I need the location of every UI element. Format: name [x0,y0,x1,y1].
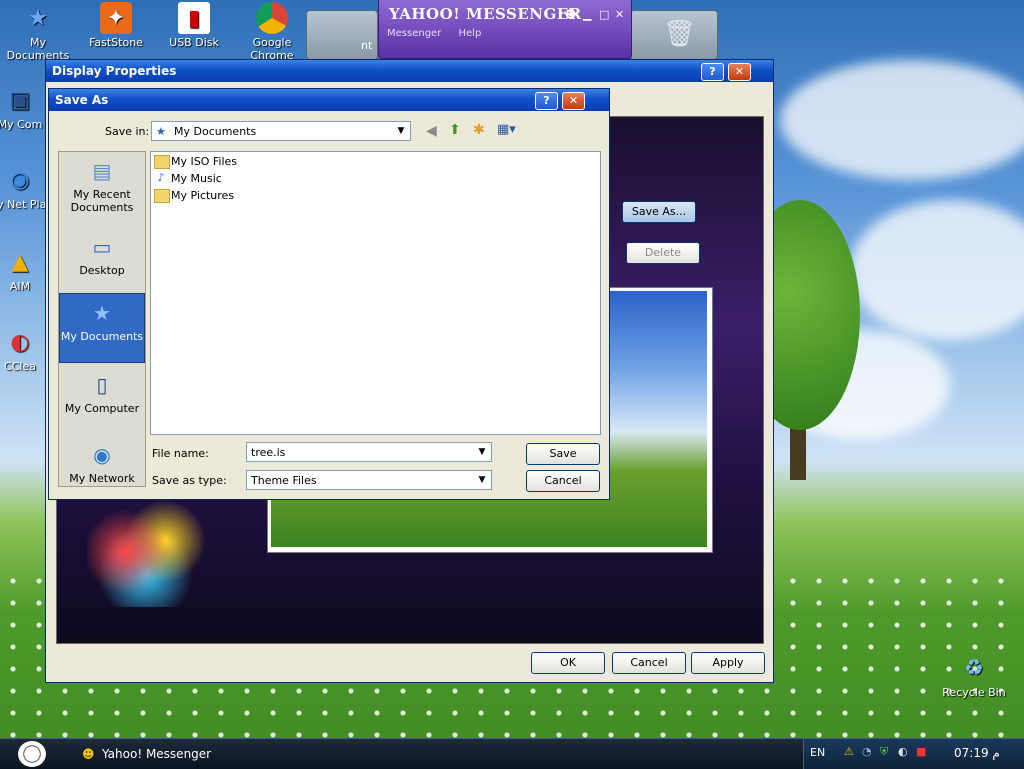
bottles-art [87,497,217,607]
close-button[interactable]: ✕ [562,92,585,110]
delete-button[interactable]: Delete [626,242,700,264]
system-tray: EN ⚠ ◔ ⛨ ◐ ■ 07:19 م [803,739,1024,769]
list-item[interactable]: My ISO Files [154,153,237,170]
network-icon: ◉ [10,167,30,193]
clock[interactable]: 07:19 م [954,746,1000,760]
save-as-button[interactable]: Save As... [622,201,696,223]
pictures-folder-icon [154,189,170,203]
display-properties-titlebar[interactable]: Display Properties ? ✕ [46,60,773,82]
save-as-titlebar[interactable]: Save As ? ✕ [49,89,609,111]
yahoo-messenger-window[interactable]: YAHOO! MESSENGER Messenger Help ☻ ▁ □ ✕ [378,0,632,59]
yahoo-title: YAHOO! MESSENGER [389,5,582,23]
back-icon[interactable]: ◀ [426,123,437,139]
folder-icon [154,155,170,169]
file-name-input[interactable]: tree.is ▼ [246,442,492,462]
place-my-computer[interactable]: ▯ My Computer [59,370,145,415]
list-item[interactable]: My Pictures [154,187,234,204]
recycle-bin-icon: 🗑 [663,19,697,49]
desktop-icon-faststone[interactable]: ✦ FastStone [78,2,154,49]
desktop-icon: ▭ [92,235,112,259]
background-window[interactable]: nt [306,10,378,60]
chrome-icon [256,2,288,34]
recycle-bin-icon: ♻ [964,655,984,681]
shield-icon[interactable]: ⛨ [880,745,888,759]
close-icon[interactable]: ✕ [615,8,624,21]
network-tray-icon[interactable]: ◔ [862,745,872,758]
start-button[interactable] [18,741,46,767]
aim-icon: ▲ [11,249,29,275]
places-bar: ▤ My Recent Documents ▭ Desktop ★ My Doc… [58,151,146,487]
desktop-icon-my-documents[interactable]: ★ My Documents [0,2,76,63]
smiley-icon[interactable]: ☻ [565,8,576,21]
close-button[interactable]: ✕ [728,63,751,81]
save-in-label: Save in: [105,125,150,138]
ccleaner-icon: ◐ [10,329,30,355]
warning-icon[interactable]: ⚠ [844,745,854,758]
network-icon: ◉ [93,443,111,467]
yahoo-menu-help[interactable]: Help [459,28,482,39]
cancel-button[interactable]: Cancel [612,652,686,674]
star-documents-icon: ★ [28,5,48,31]
list-item[interactable]: ♪ My Music [154,170,221,187]
place-my-documents[interactable]: ★ My Documents [59,293,145,363]
star-documents-icon: ★ [93,301,111,325]
save-as-type-label: Save as type: [152,474,227,487]
volume-icon[interactable]: ◐ [898,745,908,758]
save-in-dropdown[interactable]: ★ My Documents ▼ [151,121,411,141]
desktop-icon-google-chrome[interactable]: Google Chrome [234,2,310,62]
security-icon[interactable]: ■ [916,745,926,758]
computer-icon: ▣ [9,87,31,113]
usb-disk-icon: ▮ [178,2,210,34]
cancel-button[interactable]: Cancel [526,470,600,492]
window-title: Display Properties [52,64,177,78]
language-indicator[interactable]: EN [810,746,825,759]
recent-documents-icon: ▤ [92,159,112,183]
desktop-icon-usb-disk[interactable]: ▮ USB Disk [156,2,232,49]
taskbar: ☻ Yahoo! Messenger EN ⚠ ◔ ⛨ ◐ ■ 07:19 م [0,738,1024,769]
up-folder-icon[interactable]: ⬆ [449,122,461,138]
yahoo-smiley-icon: ☻ [82,747,95,761]
place-recent-documents[interactable]: ▤ My Recent Documents [59,156,145,214]
view-menu-icon[interactable]: ▦▾ [497,122,516,137]
new-folder-icon[interactable]: ✱ [473,122,485,138]
apply-button[interactable]: Apply [691,652,765,674]
chevron-down-icon[interactable]: ▼ [475,445,489,459]
chevron-down-icon[interactable]: ▼ [475,473,489,487]
yahoo-menu-messenger[interactable]: Messenger [387,28,441,39]
dialog-title: Save As [55,93,109,107]
bg-window-label: nt [361,39,373,52]
music-folder-icon: ♪ [157,171,165,184]
taskbar-item-yahoo[interactable]: ☻ Yahoo! Messenger [80,743,211,765]
maximize-icon[interactable]: □ [599,8,609,21]
desktop-icon-recycle-bin[interactable]: ♻ Recycle Bin [936,652,1012,700]
place-my-network[interactable]: ◉ My Network [59,440,145,485]
star-documents-icon: ★ [156,125,166,138]
ok-button[interactable]: OK [531,652,605,674]
save-as-type-dropdown[interactable]: Theme Files ▼ [246,470,492,490]
file-list[interactable]: My ISO Files ♪ My Music My Pictures [150,151,601,435]
help-button[interactable]: ? [701,63,724,81]
place-desktop[interactable]: ▭ Desktop [59,232,145,277]
yahoo-menu: Messenger Help [387,28,495,39]
computer-icon: ▯ [96,373,108,397]
faststone-icon: ✦ [100,2,132,34]
background-window-recycle[interactable]: 🗑 [630,10,718,60]
help-button[interactable]: ? [535,92,558,110]
save-button[interactable]: Save [526,443,600,465]
minimize-icon[interactable]: ▁ [583,8,591,21]
file-name-label: File name: [152,447,209,460]
chevron-down-icon[interactable]: ▼ [394,124,408,138]
save-as-dialog[interactable]: Save As ? ✕ Save in: ★ My Documents ▼ ◀ … [48,88,610,500]
